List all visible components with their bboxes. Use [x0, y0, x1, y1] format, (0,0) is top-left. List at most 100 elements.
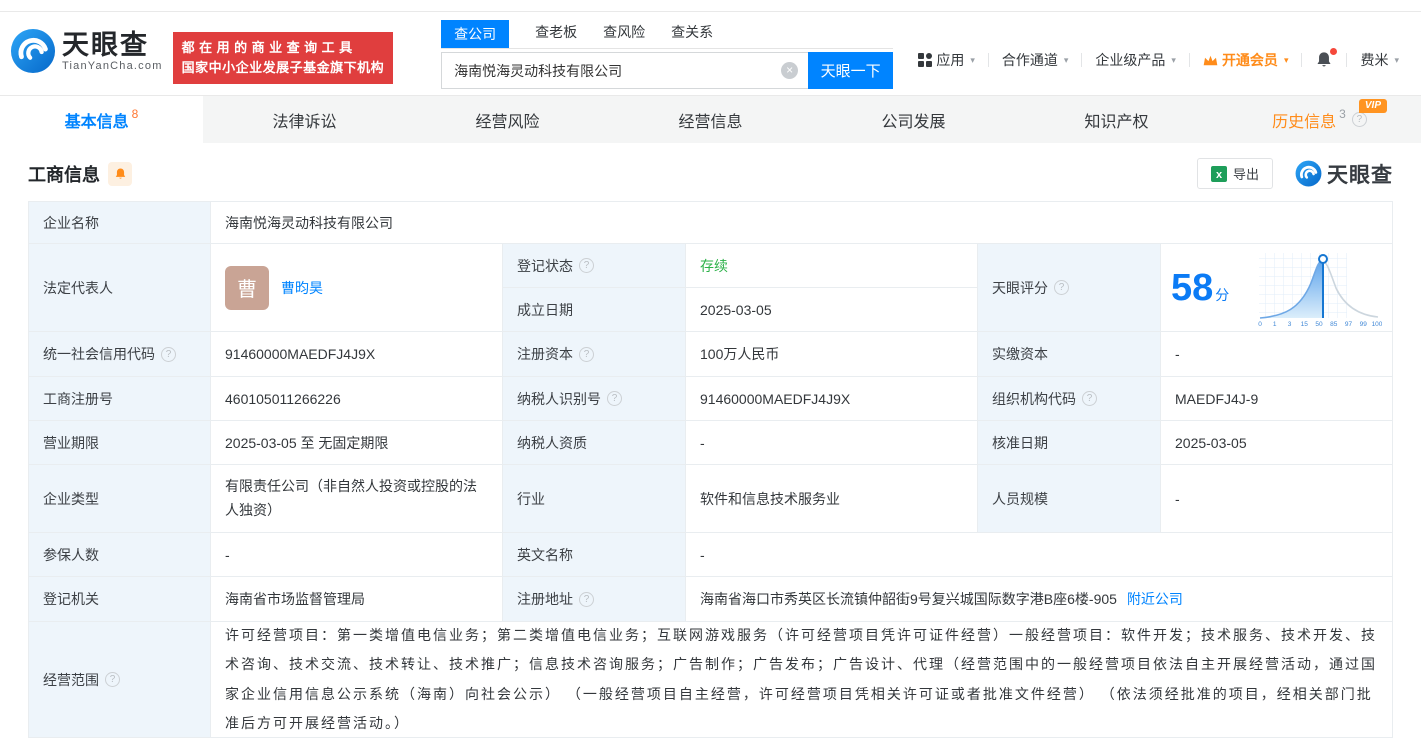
legal-rep-link[interactable]: 曹昀昊	[281, 278, 323, 298]
taxpayer-id-value: 91460000MAEDFJ4J9X	[686, 377, 978, 420]
score-unit: 分	[1215, 286, 1230, 303]
nav-cooperation-label: 合作通道	[1001, 52, 1058, 68]
tab-operating-info[interactable]: 经营信息	[609, 96, 812, 143]
tab-operating-risk[interactable]: 经营风险	[406, 96, 609, 143]
score-distribution-chart: 0 1 3 15 50 85 97 99 100	[1258, 252, 1382, 327]
export-button[interactable]: x 导出	[1196, 158, 1273, 189]
tab-risk-label: 经营风险	[475, 113, 540, 131]
tab-development-label: 公司发展	[881, 113, 946, 131]
tab-development[interactable]: 公司发展	[812, 96, 1015, 143]
legal-rep-cell: 曹 曹昀昊	[211, 244, 503, 331]
nav-user[interactable]: 费米 ▾	[1360, 50, 1399, 70]
credit-code-label: 统一社会信用代码	[29, 332, 211, 376]
reg-address-cell: 海南省海口市秀英区长流镇仲韶街9号复兴城国际数字港B座6楼-905 附近公司	[686, 577, 1392, 621]
svg-text:3: 3	[1288, 321, 1292, 327]
svg-text:50: 50	[1315, 321, 1323, 327]
help-icon[interactable]	[607, 391, 622, 406]
help-icon[interactable]	[579, 346, 594, 362]
table-row: 工商注册号 460105011266226 纳税人识别号 91460000MAE…	[29, 377, 1392, 421]
tab-ip[interactable]: 知识产权	[1015, 96, 1218, 143]
reg-address-label: 注册地址	[503, 577, 686, 621]
english-name-label: 英文名称	[503, 533, 686, 576]
taxpayer-id-label: 纳税人识别号	[503, 377, 686, 420]
svg-text:85: 85	[1330, 321, 1338, 327]
reg-number-value: 460105011266226	[211, 377, 503, 420]
legal-rep-label: 法定代表人	[29, 244, 211, 331]
nav-enterprise[interactable]: 企业级产品 ▾	[1095, 50, 1176, 70]
slogan-line1: 都在用的商业查询工具	[181, 40, 357, 55]
search-tab-risk[interactable]: 查风险	[603, 18, 645, 48]
nav-enterprise-label: 企业级产品	[1095, 52, 1166, 68]
business-term-value: 2025-03-05 至 无固定期限	[211, 421, 503, 464]
tab-ip-label: 知识产权	[1084, 113, 1149, 131]
staff-size-value: -	[1161, 465, 1392, 532]
score-value: 58 分	[1171, 269, 1229, 307]
section-title: 工商信息	[28, 164, 100, 185]
tab-legal-label: 法律诉讼	[272, 113, 337, 131]
divider	[987, 53, 989, 67]
help-icon[interactable]	[161, 346, 176, 362]
tab-basic-info[interactable]: 基本信息 8	[0, 96, 203, 143]
business-scope-label: 经营范围	[29, 622, 211, 737]
score-label: 天眼评分	[978, 244, 1161, 331]
reg-status-label: 登记状态	[503, 244, 686, 287]
svg-text:97: 97	[1345, 321, 1353, 327]
brand-swirl-icon	[10, 28, 56, 74]
score-cell[interactable]: 58 分 0 1 3 15 50 85 97 99 100	[1161, 244, 1392, 331]
apps-grid-icon	[918, 53, 933, 67]
credit-code-label-text: 统一社会信用代码	[43, 346, 155, 362]
divider	[1188, 53, 1190, 67]
help-icon[interactable]	[1351, 112, 1367, 127]
watermark-brand-text: 天眼查	[1327, 163, 1393, 187]
tianyancha-logo[interactable]: 天眼查 TianYanCha.com	[10, 28, 163, 74]
business-info-table: 企业名称 海南悦海灵动科技有限公司 法定代表人 曹 曹昀昊 登记状态 存续 成立…	[28, 201, 1393, 738]
credit-code-value: 91460000MAEDFJ4J9X	[211, 332, 503, 376]
taxpayer-quality-value: -	[686, 421, 978, 464]
svg-text:100: 100	[1372, 321, 1382, 327]
status-date-stack: 登记状态 存续 成立日期 2025-03-05	[503, 244, 978, 331]
english-name-value: -	[686, 533, 1392, 576]
chevron-down-icon: ▾	[1394, 54, 1399, 65]
divider	[1346, 53, 1348, 67]
nav-vip-upgrade[interactable]: 开通会员 ▾	[1203, 50, 1288, 70]
tab-legal[interactable]: 法律诉讼	[203, 96, 406, 143]
nav-apps[interactable]: 应用 ▾	[918, 50, 975, 70]
industry-value: 软件和信息技术服务业	[686, 465, 978, 532]
search-input[interactable]	[441, 52, 809, 89]
help-icon[interactable]	[579, 591, 594, 607]
tab-history-count: 3	[1339, 106, 1346, 121]
approval-date-value: 2025-03-05	[1161, 421, 1392, 464]
slogan-badge: 都在用的商业查询工具 国家中小企业发展子基金旗下机构	[172, 32, 394, 84]
reg-capital-label: 注册资本	[503, 332, 686, 376]
divider	[1081, 53, 1083, 67]
score-label-text: 天眼评分	[992, 279, 1048, 296]
search-tab-boss[interactable]: 查老板	[535, 18, 577, 48]
search-tab-relation[interactable]: 查关系	[671, 18, 713, 48]
reg-number-label: 工商注册号	[29, 377, 211, 420]
paid-capital-value: -	[1161, 332, 1392, 376]
table-row: 营业期限 2025-03-05 至 无固定期限 纳税人资质 - 核准日期 202…	[29, 421, 1392, 465]
slogan-line2: 国家中小企业发展子基金旗下机构	[181, 60, 385, 75]
chevron-down-icon: ▾	[970, 54, 975, 65]
chevron-down-icon: ▾	[1171, 54, 1176, 65]
nav-cooperation[interactable]: 合作通道 ▾	[1002, 50, 1069, 70]
help-icon[interactable]	[1082, 391, 1097, 406]
search-tabs: 查公司 查老板 查风险 查关系	[441, 18, 894, 49]
business-term-label: 营业期限	[29, 421, 211, 464]
nearby-companies-link[interactable]: 附近公司	[1127, 589, 1183, 609]
help-icon[interactable]	[1054, 280, 1069, 295]
tab-history[interactable]: VIP 历史信息 3	[1218, 96, 1421, 143]
notification-bell[interactable]	[1315, 48, 1338, 69]
svg-text:99: 99	[1360, 321, 1368, 327]
help-icon[interactable]	[579, 258, 594, 273]
search-button[interactable]: 天眼一下	[808, 52, 894, 89]
clear-icon[interactable]: ×	[781, 62, 799, 79]
search-tab-company[interactable]: 查公司	[441, 20, 510, 48]
top-divider	[0, 0, 1421, 12]
subscribe-bell-button[interactable]	[108, 161, 132, 186]
reg-address-value: 海南省海口市秀英区长流镇仲韶街9号复兴城国际数字港B座6楼-905	[700, 591, 1117, 607]
help-icon[interactable]	[105, 672, 120, 687]
nav-user-label: 费米	[1360, 52, 1389, 68]
brand-swirl-icon	[1295, 160, 1322, 187]
table-row: 统一社会信用代码 91460000MAEDFJ4J9X 注册资本 100万人民币…	[29, 332, 1392, 377]
